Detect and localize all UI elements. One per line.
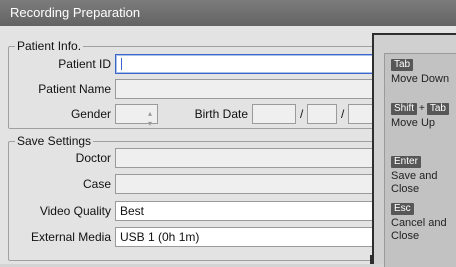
enter-key: Enter xyxy=(391,156,421,168)
external-media-label: External Media xyxy=(30,230,111,244)
birth-month-input[interactable] xyxy=(307,104,337,124)
window-titlebar: Recording Preparation xyxy=(0,0,456,26)
doctor-label: Doctor xyxy=(75,151,111,165)
tab-key: Tab xyxy=(391,59,414,71)
date-separator: / xyxy=(300,107,304,121)
tab-description: Move Down xyxy=(391,73,450,85)
help-tab: Tab Move Down xyxy=(391,58,449,86)
keyboard-help-panel: Tab Move Down Shift + Tab Move Up Enter Sa… xyxy=(372,33,456,267)
patient-name-label: Patient Name xyxy=(38,82,111,96)
plus-sign: + xyxy=(419,103,425,114)
help-shift-tab: Shift + Tab Move Up xyxy=(391,102,449,130)
birth-year-input[interactable] xyxy=(252,104,296,124)
gender-label: Gender xyxy=(70,107,111,121)
window-title: Recording Preparation xyxy=(10,5,141,20)
enter-description: Save and Close xyxy=(391,170,438,195)
help-esc: Esc Cancel and Close xyxy=(391,202,456,243)
external-media-select[interactable]: USB 1 (0h 1m) xyxy=(115,227,377,247)
patient-name-input[interactable] xyxy=(115,79,377,99)
case-label: Case xyxy=(82,177,111,191)
esc-description: Cancel and Close xyxy=(391,217,447,242)
patient-id-label: Patient ID xyxy=(58,57,111,71)
video-quality-select[interactable]: Best xyxy=(115,201,377,221)
spinner-icon: ▴ ▾ xyxy=(147,109,152,128)
help-enter: Enter Save and Close xyxy=(391,155,456,196)
keyboard-help-inner: Tab Move Down Shift + Tab Move Up Enter Sa… xyxy=(384,53,456,267)
shift-key: Shift xyxy=(391,103,418,115)
doctor-input[interactable] xyxy=(115,148,377,168)
patient-id-input[interactable] xyxy=(115,54,377,74)
save-settings-legend: Save Settings xyxy=(17,134,92,148)
case-input[interactable] xyxy=(115,174,377,194)
patient-info-legend: Patient Info. xyxy=(17,39,82,53)
gender-select[interactable]: ▴ ▾ xyxy=(115,104,158,128)
birth-date-label: Birth Date xyxy=(194,107,248,121)
text-caret xyxy=(121,58,122,70)
video-quality-label: Video Quality xyxy=(39,204,111,218)
tab-key: Tab xyxy=(426,103,449,115)
panel-edge xyxy=(370,255,372,264)
esc-key: Esc xyxy=(391,203,414,215)
date-separator: / xyxy=(341,107,345,121)
shift-tab-description: Move Up xyxy=(391,117,436,129)
